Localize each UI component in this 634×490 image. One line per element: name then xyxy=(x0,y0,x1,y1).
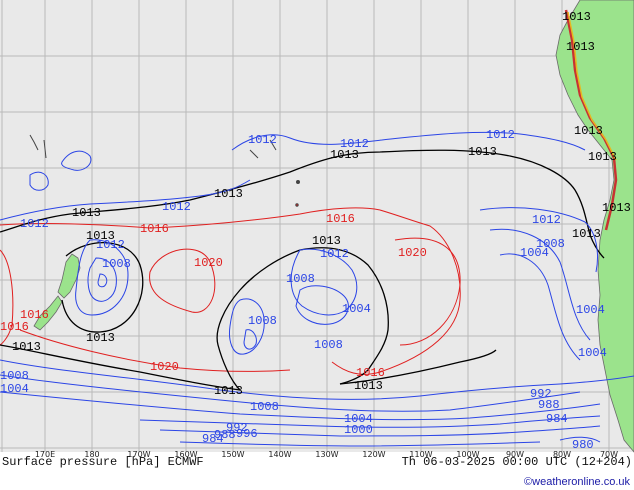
isobar-label: 1013 xyxy=(566,40,595,54)
isobar-label: 1013 xyxy=(574,124,603,138)
weather-map: 1013 1013 1013 1013 1013 1013 1013 1013 … xyxy=(0,0,634,490)
valid-time: Th 06-03-2025 00:00 UTC (12+204) xyxy=(402,455,632,469)
pressure-chart: 1013 1013 1013 1013 1013 1013 1013 1013 … xyxy=(0,0,634,488)
isobar-label: 1008 xyxy=(102,257,131,271)
isobar-label: 984 xyxy=(546,412,568,426)
isobar-label: 1004 xyxy=(576,303,605,317)
isobar-label: 1013 xyxy=(588,150,617,164)
isobar-label: 1013 xyxy=(354,379,383,393)
site-credit[interactable]: ©weatheronline.co.uk xyxy=(524,476,630,488)
isobar-label: 1013 xyxy=(86,331,115,345)
isobar-label: 1013 xyxy=(602,201,631,215)
isobar-label: 1020 xyxy=(150,360,179,374)
isobar-label: 1008 xyxy=(0,369,29,383)
isobar-label: 1008 xyxy=(250,400,279,414)
isobar-label: 1013 xyxy=(572,227,601,241)
isobar-label: 1013 xyxy=(562,10,591,24)
isobar-label: 1012 xyxy=(20,217,49,231)
isobar-label: 1012 xyxy=(532,213,561,227)
isobar-label: 1012 xyxy=(96,238,125,252)
isobar-label: 1016 xyxy=(356,366,385,380)
isobar-label: 1004 xyxy=(0,382,29,396)
isobar-label: 1013 xyxy=(12,340,41,354)
isobar-label: 988 xyxy=(538,398,560,412)
isobar-label: 1008 xyxy=(314,338,343,352)
isobar-label: 1012 xyxy=(248,133,277,147)
isobar-label: 1008 xyxy=(248,314,277,328)
isobar-label: 980 xyxy=(572,438,594,452)
isobar-label: 1004 xyxy=(520,246,549,260)
isobar-label: 1016 xyxy=(0,320,29,334)
isobar-label: 984 xyxy=(202,432,224,446)
isobar-label: 1020 xyxy=(194,256,223,270)
isobar-label: 1020 xyxy=(398,246,427,260)
isobar-label: 1004 xyxy=(578,346,607,360)
isobar-label: 1016 xyxy=(140,222,169,236)
isobar-label: 1013 xyxy=(72,206,101,220)
isobar-label: 1004 xyxy=(342,302,371,316)
isobar-label: 1012 xyxy=(340,137,369,151)
isobar-label: 1016 xyxy=(326,212,355,226)
isobar-label: 1013 xyxy=(468,145,497,159)
isobar-label: 1013 xyxy=(312,234,341,248)
isobar-label: 1012 xyxy=(486,128,515,142)
isobar-label: 1013 xyxy=(214,384,243,398)
isobar-label: 1012 xyxy=(320,247,349,261)
isobar-label: 1012 xyxy=(162,200,191,214)
isobar-label: 1000 xyxy=(344,423,373,437)
isobar-label: 1008 xyxy=(286,272,315,286)
map-title: Surface pressure [hPa] ECMWF xyxy=(2,455,204,469)
isobar-label: 1013 xyxy=(214,187,243,201)
